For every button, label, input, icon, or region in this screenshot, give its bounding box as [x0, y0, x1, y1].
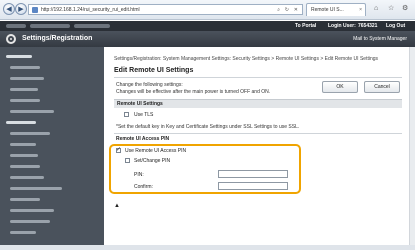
forward-button[interactable]: ▶ [15, 3, 27, 15]
sidebar-heading [0, 117, 104, 128]
tls-note: *Set the default key in Key and Certific… [116, 124, 300, 130]
mail-admin-link[interactable]: Mail to System Manager [353, 36, 407, 42]
settings-icon[interactable]: ⚙ [402, 5, 408, 12]
sidebar-item[interactable] [0, 106, 104, 117]
page-title: Edit Remote UI Settings [114, 67, 194, 74]
to-portal-link[interactable]: To Portal [295, 23, 316, 29]
status-bar [0, 245, 415, 250]
back-button[interactable]: ◀ [3, 3, 15, 15]
sidebar-item[interactable] [0, 161, 104, 172]
sidebar-item[interactable] [0, 62, 104, 73]
cancel-button-label: Cancel [374, 84, 390, 90]
login-user-label: Login User: [328, 23, 356, 29]
blurred-text [30, 24, 70, 28]
divider [114, 77, 402, 78]
ok-button-label: OK [336, 84, 344, 90]
back-arrow-icon: ◀ [6, 5, 12, 13]
scrollbar[interactable] [409, 47, 415, 245]
settings-gear-icon [6, 34, 16, 44]
app-title: Settings/Registration [22, 35, 93, 42]
browser-toolbar: ◀ ▶ http://192.168.1.24/rui_security_rui… [0, 0, 415, 20]
remote-ui-settings-section: Remote UI Settings [114, 99, 402, 108]
sidebar-item[interactable] [0, 216, 104, 227]
blurred-text [6, 24, 26, 28]
breadcrumb: Settings/Registration: System Management… [114, 56, 379, 62]
set-change-pin-label: Set/Change PIN [134, 158, 171, 164]
use-access-pin-checkbox[interactable] [116, 146, 121, 153]
sidebar-item[interactable] [0, 205, 104, 216]
sidebar-item[interactable] [0, 95, 104, 106]
change-note: Changes will be effective after the main… [116, 89, 271, 95]
stop-icon[interactable]: ✕ [294, 7, 298, 13]
address-bar[interactable]: http://192.168.1.24/rui_security_rui_edi… [28, 4, 303, 15]
browser-tab[interactable]: Remote UI S... × [306, 3, 366, 16]
use-tls-label: Use TLS [134, 112, 154, 118]
sidebar-item[interactable] [0, 172, 104, 183]
forward-arrow-icon: ▶ [18, 5, 24, 13]
blurred-text [74, 24, 110, 28]
sidebar-heading [0, 51, 104, 62]
app-title-bar: Settings/Registration Mail to System Man… [0, 31, 415, 47]
url-text: http://192.168.1.24/rui_security_rui_edi… [41, 7, 140, 13]
device-info-bar: To Portal Login User: 7654321 Log Out [0, 21, 415, 31]
main-content: Settings/Registration: System Management… [104, 47, 409, 245]
search-icon[interactable]: ⌕ [277, 7, 280, 13]
pin-input[interactable] [218, 170, 288, 178]
back-to-top-icon[interactable]: ▲ [114, 203, 120, 209]
sidebar-item[interactable] [0, 128, 104, 139]
refresh-icon[interactable]: ↻ [285, 7, 289, 13]
use-access-pin-label: Use Remote UI Access PIN [125, 148, 187, 154]
ok-button[interactable]: OK [322, 81, 358, 93]
sidebar-item[interactable] [0, 183, 104, 194]
sidebar-item[interactable] [0, 139, 104, 150]
login-user-value: 7654321 [358, 23, 378, 29]
page-icon [32, 7, 38, 13]
sidebar-item[interactable] [0, 73, 104, 84]
sidebar-item[interactable] [0, 84, 104, 95]
home-icon[interactable]: ⌂ [374, 5, 378, 12]
sidebar-item[interactable] [0, 150, 104, 161]
sidebar [0, 47, 104, 250]
change-note: Change the following settings: [116, 82, 183, 88]
access-pin-heading: Remote UI Access PIN [116, 136, 170, 142]
pin-label: PIN: [134, 172, 144, 178]
sidebar-item[interactable] [0, 227, 104, 238]
tab-label: Remote UI S... [311, 7, 344, 13]
log-out-link[interactable]: Log Out [386, 23, 405, 29]
cancel-button[interactable]: Cancel [364, 81, 400, 93]
use-tls-checkbox[interactable] [124, 112, 129, 117]
tab-close-icon[interactable]: × [359, 7, 362, 13]
favorites-icon[interactable]: ☆ [388, 5, 394, 12]
divider [114, 133, 402, 134]
set-change-pin-checkbox[interactable] [125, 158, 130, 163]
confirm-label: Confirm: [134, 184, 153, 190]
sidebar-item[interactable] [0, 194, 104, 205]
section-title: Remote UI Settings [117, 101, 163, 107]
confirm-input[interactable] [218, 182, 288, 190]
